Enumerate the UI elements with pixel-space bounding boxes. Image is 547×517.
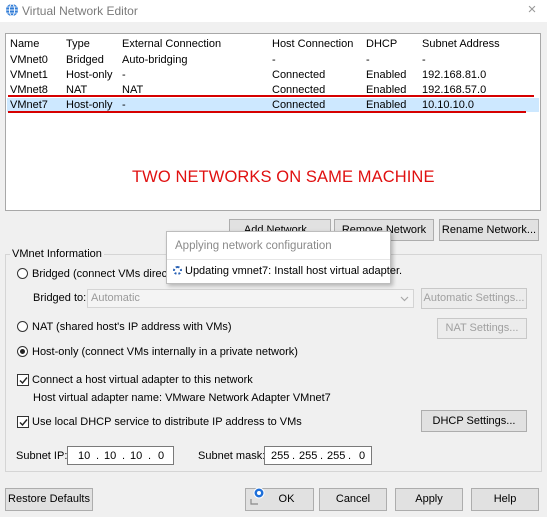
ip-dot: . bbox=[148, 450, 152, 462]
checkmark-icon bbox=[19, 377, 28, 385]
table-cell: Connected bbox=[272, 99, 326, 111]
bridged-to-value: Automatic bbox=[91, 292, 140, 304]
table-cell: Auto-bridging bbox=[122, 54, 188, 66]
help-button[interactable]: Help bbox=[471, 488, 539, 511]
bridged-to-label: Bridged to: bbox=[33, 292, 87, 304]
table-cell[interactable]: VMnet7 bbox=[10, 99, 48, 111]
vmnet-info-group-label: VMnet Information bbox=[10, 248, 104, 260]
mask-octet: 255 bbox=[327, 450, 346, 462]
column-header-dhcp[interactable]: DHCP bbox=[366, 38, 397, 50]
progress-popup: Applying network configuration Updating … bbox=[166, 231, 402, 284]
hostonly-radio[interactable] bbox=[17, 346, 28, 357]
network-list[interactable]: Name Type External Connection Host Conne… bbox=[5, 33, 541, 211]
table-cell: 192.168.81.0 bbox=[422, 69, 487, 81]
network-globe-icon bbox=[6, 3, 18, 17]
column-header-type[interactable]: Type bbox=[66, 38, 90, 50]
mask-octet: 0 bbox=[359, 450, 366, 462]
ip-dot: . bbox=[122, 450, 126, 462]
subnet-mask-label: Subnet mask: bbox=[198, 450, 266, 462]
vmnet-info-group bbox=[5, 254, 542, 472]
busy-spinner-icon bbox=[173, 266, 182, 275]
ip-dot: . bbox=[96, 450, 100, 462]
mask-octet: 255 bbox=[271, 450, 290, 462]
table-cell: Connected bbox=[272, 69, 326, 81]
popup-message: Updating vmnet7: Install host virtual ad… bbox=[185, 265, 403, 277]
restore-defaults-button[interactable]: Restore Defaults bbox=[5, 488, 93, 511]
table-cell: Bridged bbox=[66, 54, 104, 66]
apply-button[interactable]: Apply bbox=[395, 488, 463, 511]
window-title: Virtual Network Editor bbox=[22, 4, 138, 18]
ok-button[interactable]: OK bbox=[245, 487, 314, 511]
column-header-external[interactable]: External Connection bbox=[122, 38, 221, 50]
annotation-text: TWO NETWORKS ON SAME MACHINE bbox=[132, 168, 435, 186]
table-cell: - bbox=[122, 69, 126, 81]
dhcp-label[interactable]: Use local DHCP service to distribute IP … bbox=[32, 416, 302, 428]
column-header-host[interactable]: Host Connection bbox=[272, 38, 353, 50]
connect-adapter-label[interactable]: Connect a host virtual adapter to this n… bbox=[32, 374, 253, 386]
rename-network-button[interactable]: Rename Network... bbox=[439, 219, 539, 241]
mask-dot: . bbox=[292, 450, 296, 462]
automatic-settings-button[interactable]: Automatic Settings... bbox=[421, 288, 527, 309]
hostonly-label[interactable]: Host-only (connect VMs internally in a p… bbox=[32, 346, 298, 358]
table-cell[interactable]: VMnet0 bbox=[10, 54, 48, 66]
nat-settings-button[interactable]: NAT Settings... bbox=[437, 318, 527, 339]
adapter-name-text: Host virtual adapter name: VMware Networ… bbox=[33, 392, 331, 404]
table-cell: 10.10.10.0 bbox=[422, 99, 474, 111]
close-icon[interactable]: × bbox=[522, 1, 542, 19]
chevron-down-icon bbox=[400, 296, 409, 302]
subnet-ip-label: Subnet IP: bbox=[16, 450, 68, 462]
ip-octet: 10 bbox=[130, 450, 143, 462]
column-header-subnet[interactable]: Subnet Address bbox=[422, 38, 500, 50]
table-cell: - bbox=[122, 99, 126, 111]
nat-radio[interactable] bbox=[17, 321, 28, 332]
mask-octet: 255 bbox=[299, 450, 318, 462]
ip-octet: 10 bbox=[78, 450, 91, 462]
title-bar: Virtual Network Editor × bbox=[0, 0, 547, 22]
table-cell: - bbox=[422, 54, 426, 66]
dhcp-checkbox[interactable] bbox=[17, 416, 29, 428]
table-cell: Enabled bbox=[366, 69, 407, 81]
mask-dot: . bbox=[320, 450, 324, 462]
subnet-ip-field[interactable]: 10 . 10 . 10 . 0 bbox=[67, 446, 174, 465]
table-cell: Enabled bbox=[366, 99, 407, 111]
table-cell[interactable]: VMnet1 bbox=[10, 69, 48, 81]
bridged-to-dropdown[interactable]: Automatic bbox=[87, 289, 414, 308]
dhcp-settings-button[interactable]: DHCP Settings... bbox=[421, 410, 527, 432]
annotation-line-top bbox=[8, 95, 534, 97]
checkmark-icon bbox=[19, 419, 28, 427]
subnet-mask-field[interactable]: 255 . 255 . 255 . 0 bbox=[264, 446, 372, 465]
popup-title: Applying network configuration bbox=[175, 240, 332, 252]
ok-label: OK bbox=[278, 493, 295, 505]
ip-octet: 0 bbox=[158, 450, 165, 462]
column-header-name[interactable]: Name bbox=[10, 38, 39, 50]
connect-adapter-checkbox[interactable] bbox=[17, 374, 29, 386]
ip-octet: 10 bbox=[104, 450, 117, 462]
table-cell: Host-only bbox=[66, 69, 113, 81]
admin-shield-icon bbox=[250, 487, 265, 505]
table-cell: - bbox=[366, 54, 370, 66]
cancel-button[interactable]: Cancel bbox=[319, 488, 387, 511]
table-cell: - bbox=[272, 54, 276, 66]
nat-label[interactable]: NAT (shared host's IP address with VMs) bbox=[32, 321, 232, 333]
popup-divider bbox=[167, 259, 390, 260]
bridged-radio[interactable] bbox=[17, 268, 28, 279]
table-cell: Host-only bbox=[66, 99, 113, 111]
annotation-line-bottom bbox=[8, 111, 526, 113]
mask-dot: . bbox=[348, 450, 352, 462]
